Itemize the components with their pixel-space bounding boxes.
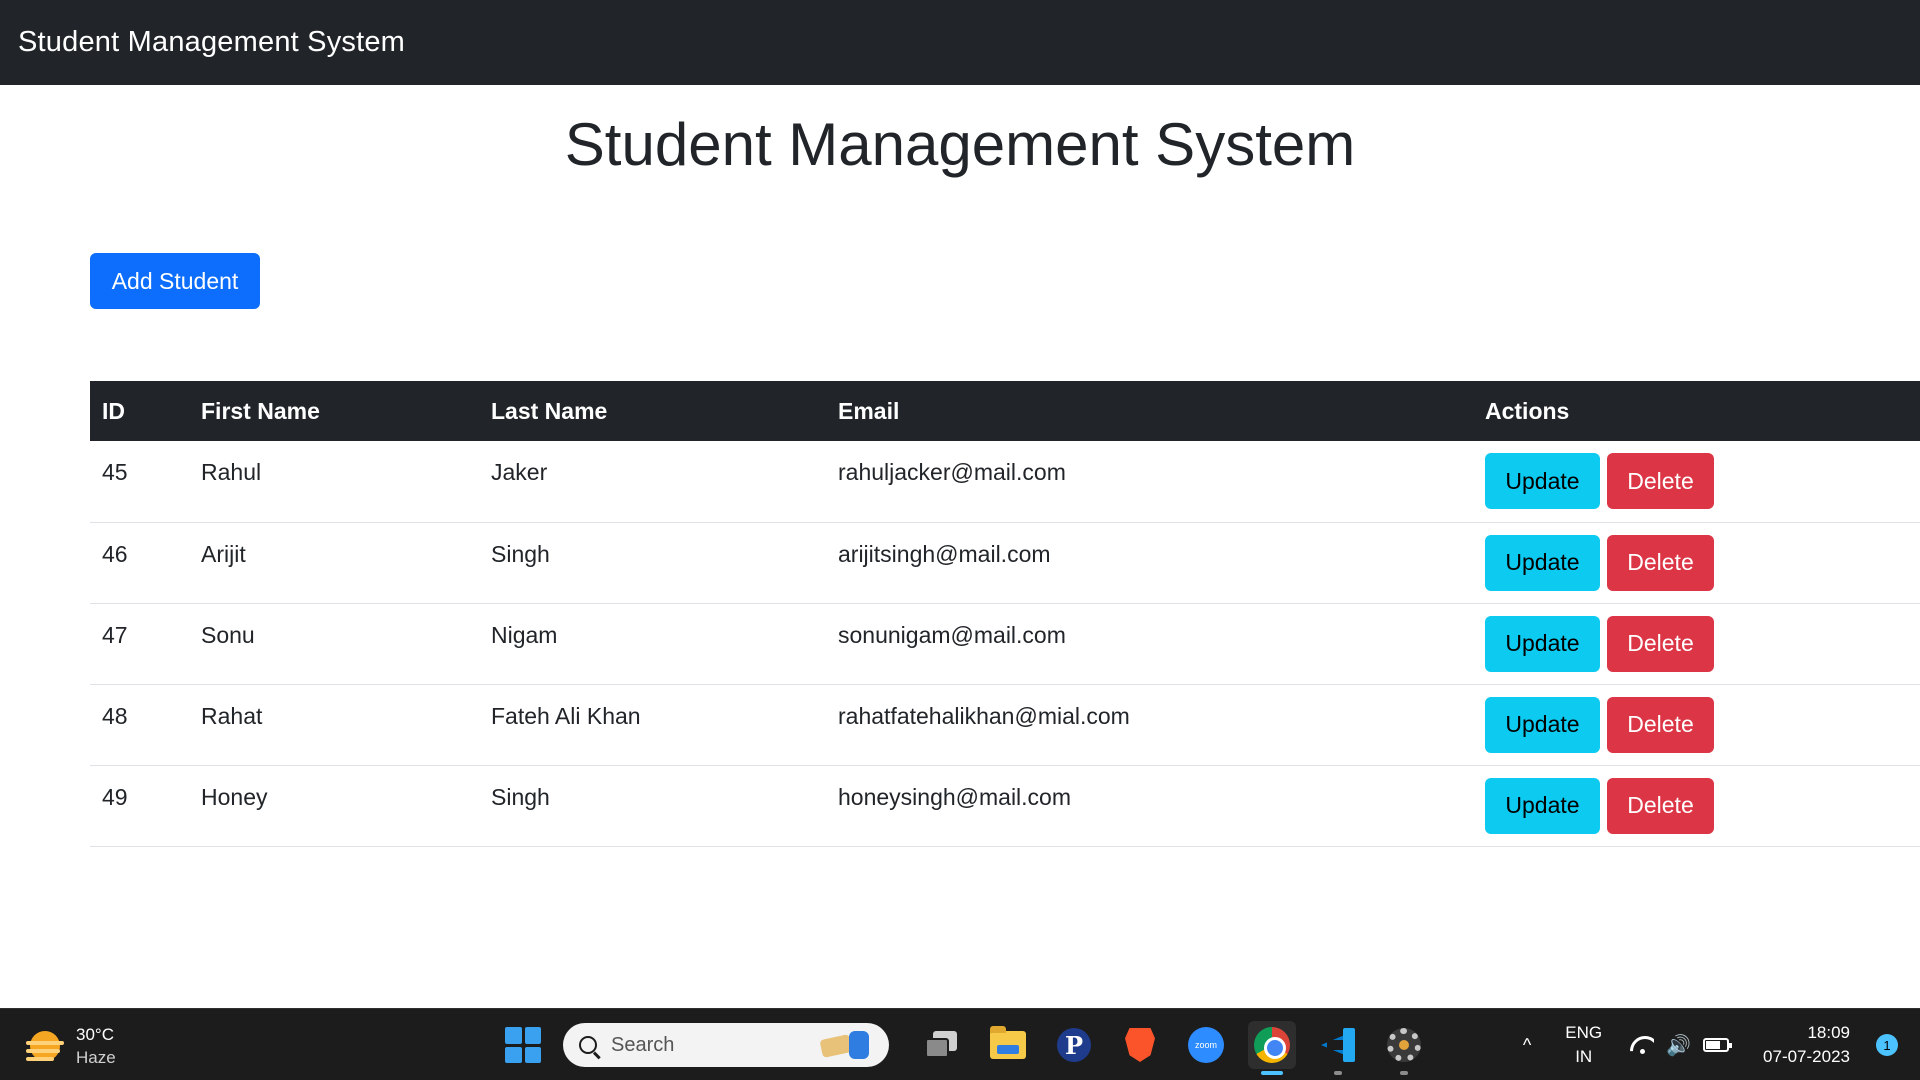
weather-temperature: 30°C [76, 1025, 114, 1044]
language-indicator[interactable]: ENG IN [1565, 1021, 1602, 1069]
cell-email: honeysingh@mail.com [826, 765, 1473, 847]
top-navbar: Student Management System [0, 0, 1920, 85]
taskbar-center: Search P zoom [505, 1021, 1437, 1075]
table-row: 45 Rahul Jaker rahuljacker@mail.com Upda… [90, 441, 1920, 523]
task-view-icon[interactable] [918, 1021, 966, 1069]
cell-last-name: Jaker [479, 441, 826, 523]
clock-time: 18:09 [1807, 1023, 1850, 1042]
notification-badge[interactable]: 1 [1876, 1034, 1898, 1056]
battery-icon[interactable] [1703, 1038, 1733, 1052]
search-placeholder: Search [611, 1033, 675, 1056]
cell-last-name: Singh [479, 765, 826, 847]
search-icon [579, 1036, 597, 1054]
update-button[interactable]: Update [1485, 453, 1600, 509]
gear-app-icon[interactable] [1380, 1021, 1428, 1075]
cell-email: arijitsingh@mail.com [826, 522, 1473, 604]
students-table: ID First Name Last Name Email Actions 45… [90, 381, 1920, 847]
cell-id: 45 [90, 441, 189, 523]
header-actions: Actions [1485, 397, 1570, 424]
cell-first-name: Rahul [189, 441, 479, 523]
cell-actions: Update Delete [1473, 684, 1920, 766]
table-row: 47 Sonu Nigam sonunigam@mail.com Update D… [90, 603, 1920, 685]
haze-weather-icon [26, 1029, 64, 1063]
clock-date: 07-07-2023 [1763, 1047, 1850, 1066]
header-email: Email [838, 397, 900, 424]
cell-id: 46 [90, 522, 189, 604]
cell-first-name: Sonu [189, 603, 479, 685]
show-hidden-icons-chevron-icon[interactable]: ^ [1523, 1035, 1531, 1056]
delete-button[interactable]: Delete [1607, 777, 1714, 834]
brave-browser-icon[interactable] [1116, 1021, 1164, 1069]
wifi-icon[interactable] [1630, 1036, 1654, 1054]
delete-button[interactable]: Delete [1607, 453, 1714, 509]
cell-first-name: Rahat [189, 684, 479, 766]
update-button[interactable]: Update [1485, 777, 1600, 834]
navbar-brand[interactable]: Student Management System [18, 26, 405, 59]
cell-id: 49 [90, 765, 189, 847]
taskbar-search-box[interactable]: Search [563, 1023, 889, 1067]
cell-email: rahatfatehalikhan@mial.com [826, 684, 1473, 766]
p-app-icon[interactable]: P [1050, 1021, 1098, 1069]
table-row: 48 Rahat Fateh Ali Khan rahatfatehalikha… [90, 684, 1920, 766]
header-last-name: Last Name [491, 397, 608, 424]
table-row: 49 Honey Singh honeysingh@mail.com Updat… [90, 765, 1920, 847]
clock[interactable]: 18:09 07-07-2023 [1763, 1021, 1850, 1069]
delete-button[interactable]: Delete [1607, 696, 1714, 753]
delete-button[interactable]: Delete [1607, 534, 1714, 591]
windows-start-icon[interactable] [505, 1027, 541, 1063]
header-first-name: First Name [201, 397, 320, 424]
weather-condition: Haze [76, 1048, 116, 1067]
cell-last-name: Singh [479, 522, 826, 604]
zoom-icon[interactable]: zoom [1182, 1021, 1230, 1069]
table-header-row: ID First Name Last Name Email Actions [90, 381, 1920, 441]
update-button[interactable]: Update [1485, 696, 1600, 753]
cell-actions: Update Delete [1473, 603, 1920, 685]
cell-last-name: Nigam [479, 603, 826, 685]
page-title: Student Management System [564, 111, 1356, 178]
add-student-button[interactable]: Add Student [90, 253, 260, 309]
windows-taskbar: 30°C Haze Search P zoom ^ ENG IN 🔊 18:09… [0, 1008, 1920, 1080]
delete-button[interactable]: Delete [1607, 615, 1714, 672]
file-explorer-icon[interactable] [984, 1021, 1032, 1069]
cell-last-name: Fateh Ali Khan [479, 684, 826, 766]
search-highlight-icon [815, 1029, 879, 1061]
cell-actions: Update Delete [1473, 522, 1920, 604]
cell-actions: Update Delete [1473, 765, 1920, 847]
update-button[interactable]: Update [1485, 615, 1600, 672]
cell-first-name: Honey [189, 765, 479, 847]
cell-email: rahuljacker@mail.com [826, 441, 1473, 523]
header-id: ID [102, 397, 125, 424]
system-tray: ^ ENG IN 🔊 18:09 07-07-2023 1 [1523, 1009, 1920, 1080]
cell-first-name: Arijit [189, 522, 479, 604]
cell-email: sonunigam@mail.com [826, 603, 1473, 685]
cell-id: 48 [90, 684, 189, 766]
table-row: 46 Arijit Singh arijitsingh@mail.com Upd… [90, 522, 1920, 604]
vscode-icon[interactable] [1314, 1021, 1362, 1075]
cell-actions: Update Delete [1473, 441, 1920, 523]
update-button[interactable]: Update [1485, 534, 1600, 591]
chrome-icon[interactable] [1248, 1021, 1296, 1075]
weather-widget[interactable]: 30°C Haze [26, 1023, 116, 1069]
volume-icon[interactable]: 🔊 [1666, 1033, 1691, 1058]
cell-id: 47 [90, 603, 189, 685]
